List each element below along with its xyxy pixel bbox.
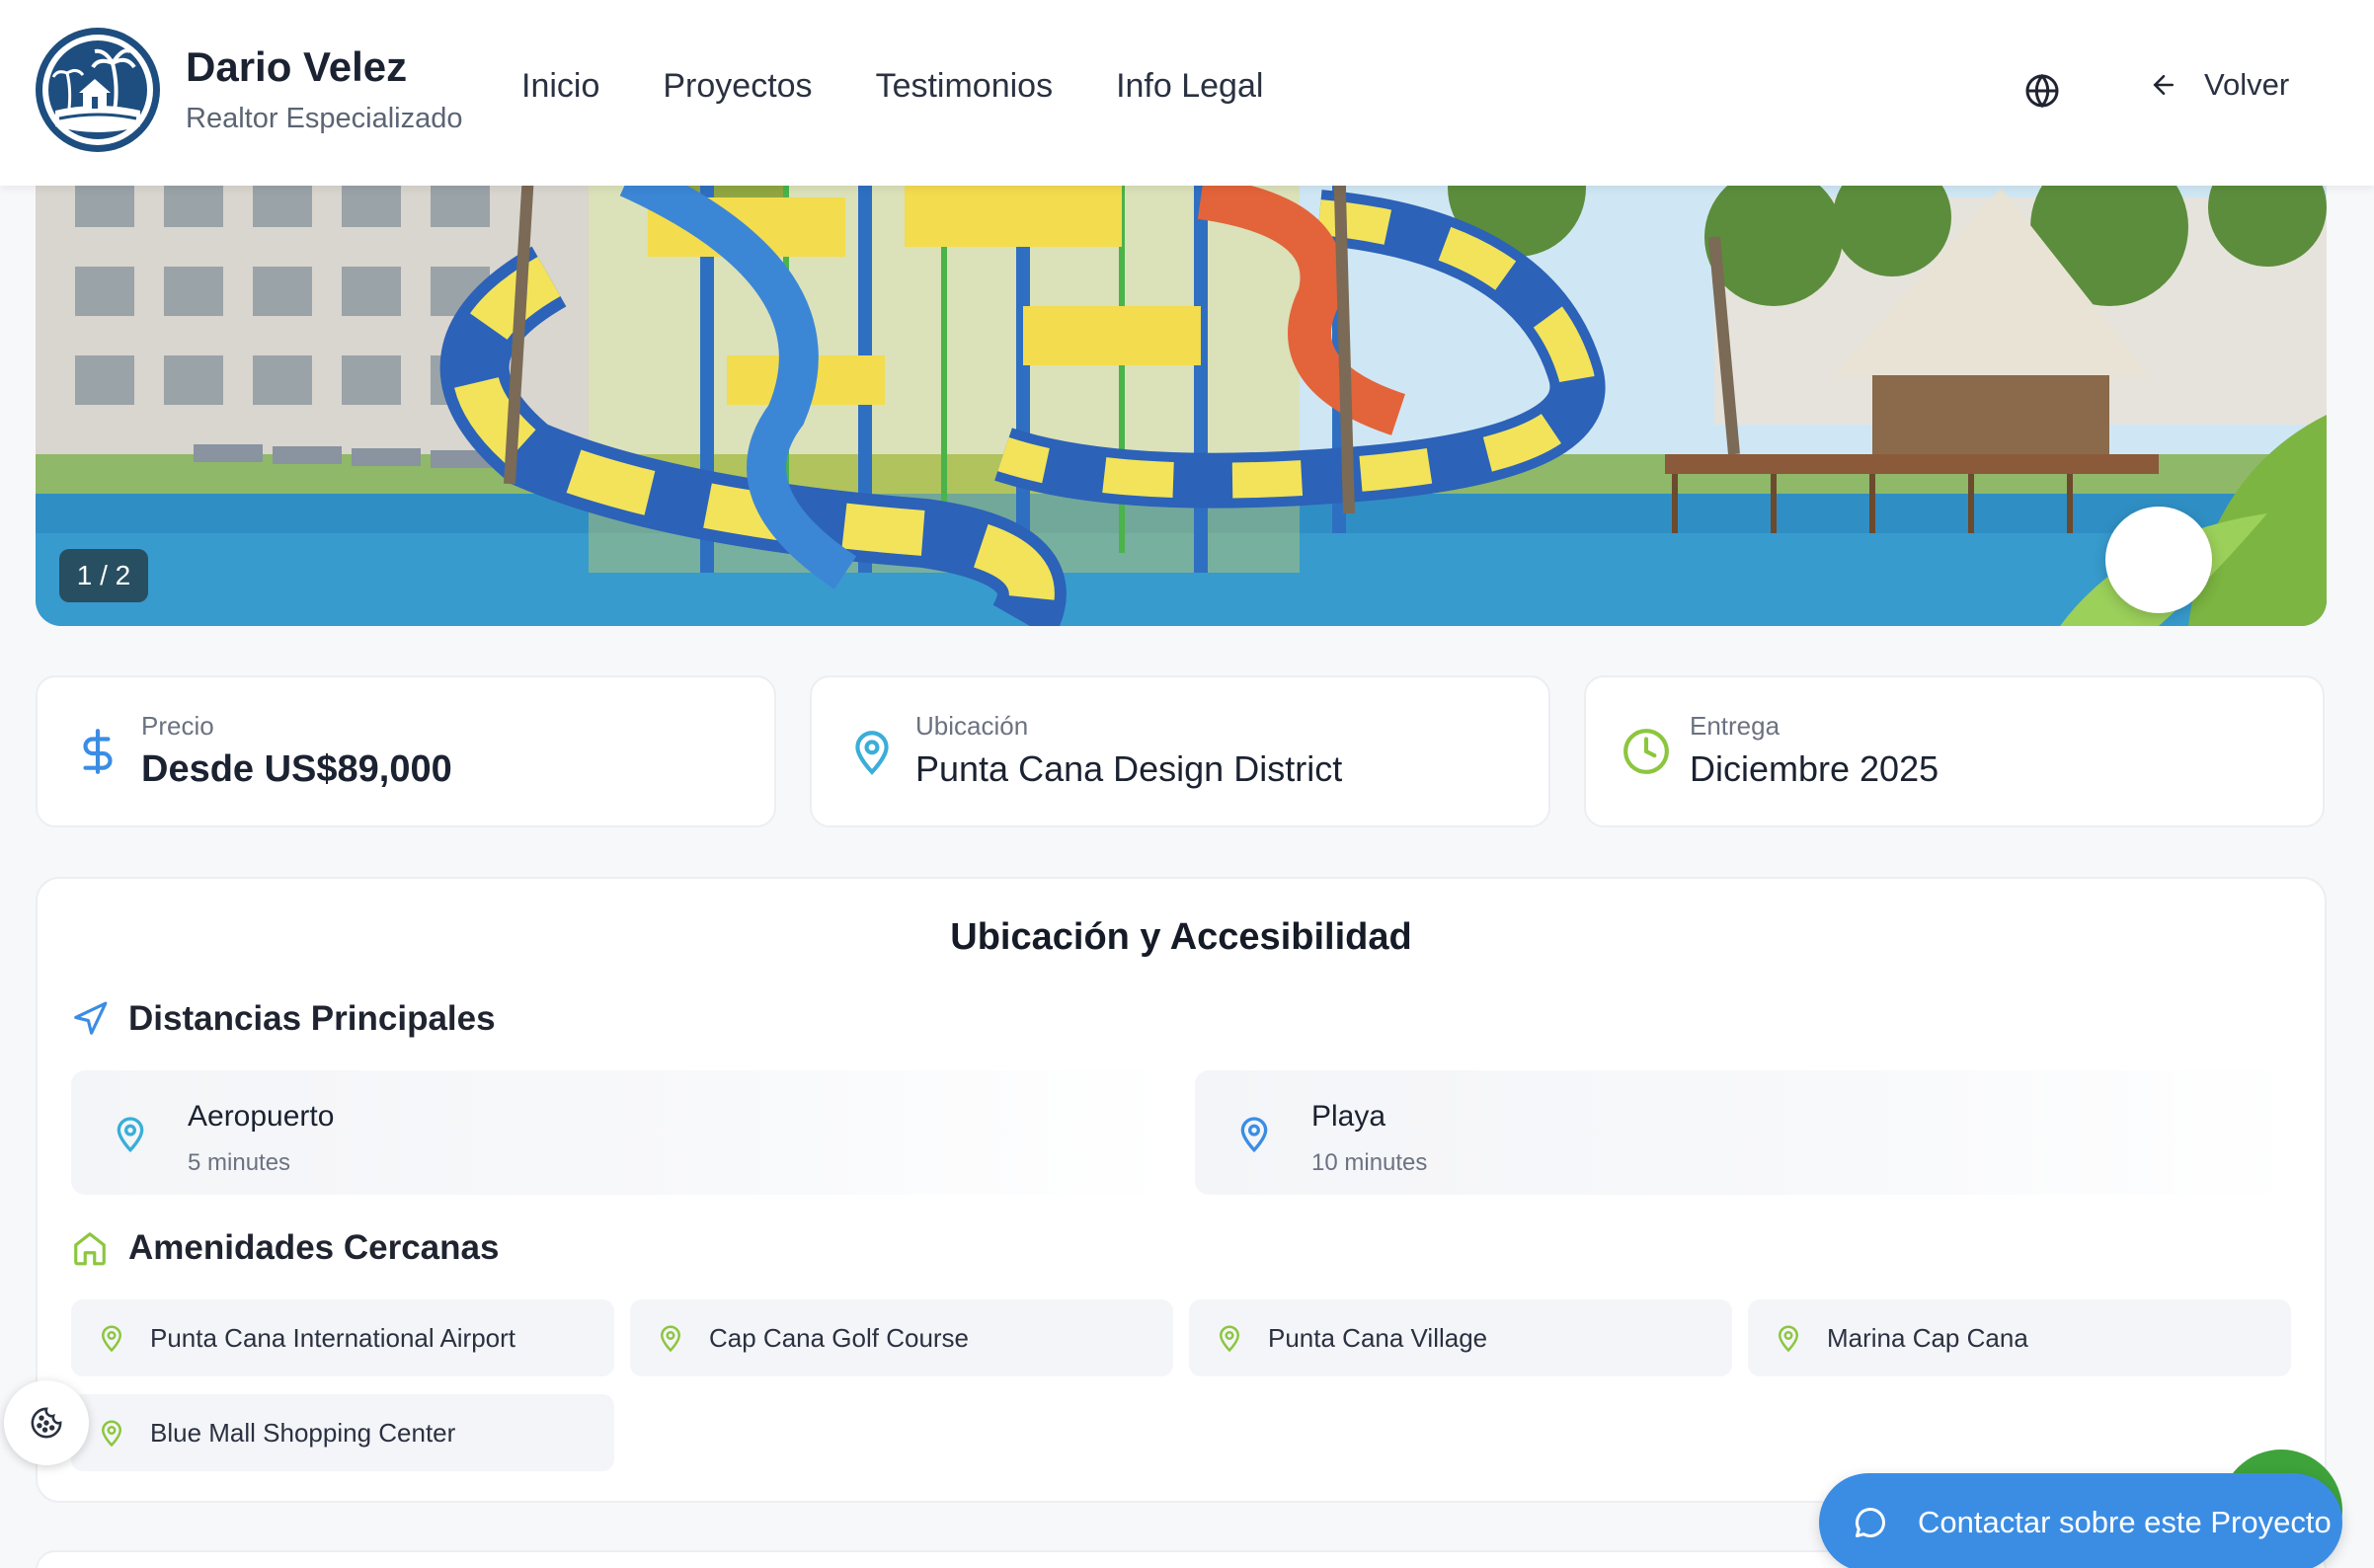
map-pin-icon [117, 1117, 144, 1153]
price-card: Precio Desde US$89,000 [36, 675, 776, 827]
section-title: Ubicación y Accesibilidad [950, 916, 1412, 958]
gallery-counter: 1 / 2 [59, 549, 148, 602]
cookie-settings-button[interactable] [4, 1380, 89, 1465]
amenities-heading-label: Amenidades Cercanas [128, 1228, 500, 1267]
amenity-label: Punta Cana Village [1268, 1323, 1488, 1353]
nav-inicio[interactable]: Inicio [521, 67, 599, 106]
project-gallery[interactable]: 1 / 2 [36, 158, 2327, 626]
cookie-icon [31, 1407, 62, 1439]
delivery-card: Entrega Diciembre 2025 [1584, 675, 2325, 827]
delivery-value: Diciembre 2025 [1690, 748, 1939, 789]
distances-heading: Distancias Principales [71, 999, 496, 1039]
location-value: Punta Cana Design District [915, 748, 1343, 789]
arrow-left-icon [2153, 75, 2174, 95]
map-pin-icon [1240, 1117, 1268, 1153]
navigation-icon [74, 1001, 108, 1035]
gallery-next-button[interactable] [2105, 507, 2212, 613]
clock-icon [1623, 729, 1669, 774]
price-label: Precio [141, 711, 214, 741]
map-pin-icon [855, 731, 889, 775]
message-circle-icon [1856, 1508, 1885, 1537]
location-label: Ubicación [915, 711, 1029, 741]
amenity-label: Cap Cana Golf Course [709, 1323, 970, 1353]
distance-item-airport: Aeropuerto 5 minutes [71, 1070, 1173, 1195]
delivery-label: Entrega [1690, 711, 1780, 741]
map-pin-icon [101, 1420, 122, 1448]
distance-name: Aeropuerto [188, 1100, 335, 1133]
back-button[interactable]: Volver [2149, 67, 2289, 103]
dollar-icon [83, 729, 113, 774]
nav-info-legal[interactable]: Info Legal [1116, 67, 1263, 106]
contact-project-label: Contactar sobre este Proyecto [1918, 1505, 2332, 1539]
distance-time: 5 minutes [188, 1149, 291, 1176]
palm-logo-icon [42, 35, 153, 145]
waterpark-photo [36, 158, 2327, 626]
distance-item-beach: Playa 10 minutes [1195, 1070, 2297, 1195]
main-nav: Inicio Proyectos Testimonios Info Legal [521, 67, 1263, 106]
contact-project-button[interactable]: Contactar sobre este Proyecto [1819, 1473, 2342, 1568]
location-section: Ubicación y Accesibilidad Distancias Pri… [36, 877, 2327, 1503]
price-value: Desde US$89,000 [141, 748, 452, 790]
amenity-label: Marina Cap Cana [1827, 1323, 2028, 1353]
nav-proyectos[interactable]: Proyectos [663, 67, 812, 106]
map-pin-icon [101, 1325, 122, 1353]
map-pin-icon [660, 1325, 681, 1353]
back-label: Volver [2204, 67, 2290, 102]
map-pin-icon [1219, 1325, 1240, 1353]
nav-testimonios[interactable]: Testimonios [876, 67, 1054, 106]
amenity-label: Punta Cana International Airport [150, 1323, 516, 1353]
distances-heading-label: Distancias Principales [128, 999, 496, 1038]
distance-name: Playa [1311, 1100, 1386, 1133]
distance-time: 10 minutes [1311, 1149, 1428, 1176]
amenities-heading: Amenidades Cercanas [71, 1228, 499, 1268]
amenity-label: Blue Mall Shopping Center [150, 1418, 456, 1448]
amenity-item: Marina Cap Cana [1748, 1299, 2291, 1376]
amenity-item: Blue Mall Shopping Center [71, 1394, 614, 1471]
globe-icon[interactable] [2024, 73, 2060, 109]
site-header: Dario Velez Realtor Especializado Inicio… [0, 0, 2374, 186]
brand-subtitle: Realtor Especializado [186, 103, 463, 134]
location-card: Ubicación Punta Cana Design District [810, 675, 1550, 827]
brand-logo[interactable] [36, 28, 160, 152]
brand-name[interactable]: Dario Velez [186, 43, 407, 91]
amenity-item: Punta Cana International Airport [71, 1299, 614, 1376]
map-pin-icon [1778, 1325, 1799, 1353]
amenity-item: Punta Cana Village [1189, 1299, 1732, 1376]
amenity-item: Cap Cana Golf Course [630, 1299, 1173, 1376]
home-icon [74, 1232, 106, 1266]
